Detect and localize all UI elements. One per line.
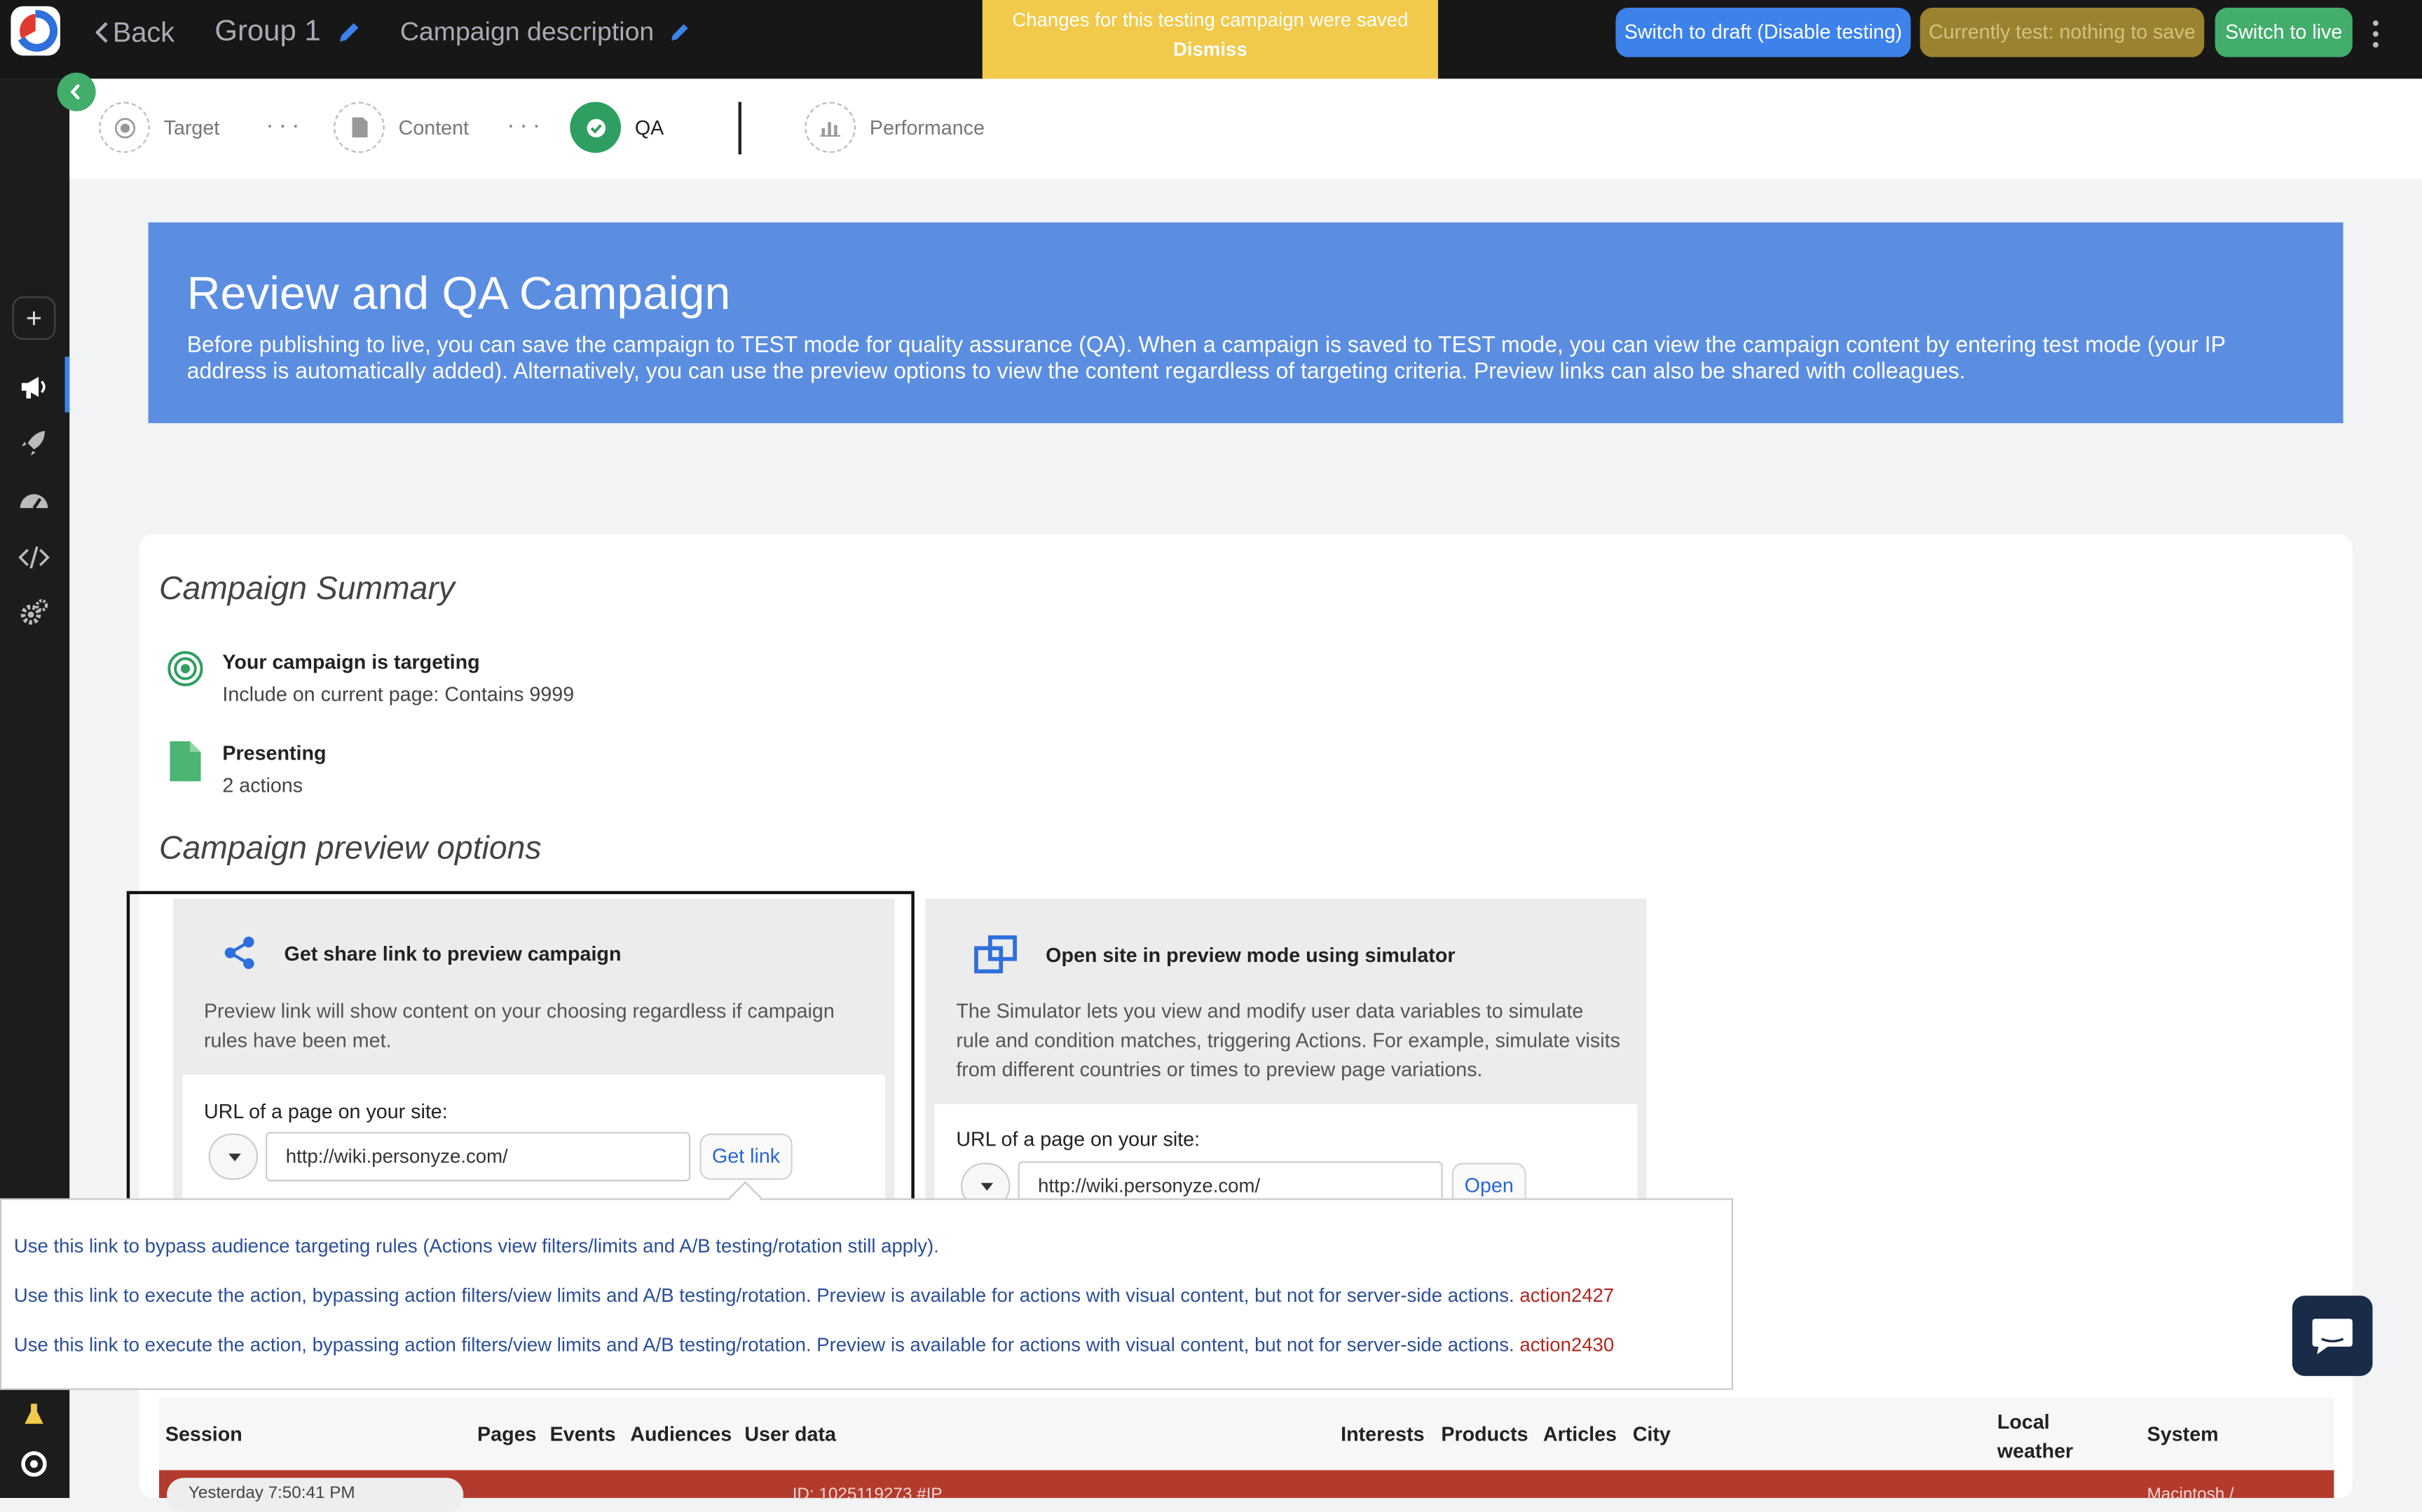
step-qa[interactable]: QA xyxy=(570,102,664,153)
step-divider xyxy=(738,102,741,155)
group-name[interactable]: Group 1 xyxy=(214,15,362,49)
save-notification-message: Changes for this testing campaign were s… xyxy=(1012,9,1409,32)
column-header[interactable]: Audiences xyxy=(630,1422,732,1445)
column-header[interactable]: System xyxy=(2147,1422,2219,1445)
column-header[interactable]: Interests xyxy=(1341,1422,1424,1445)
campaign-description-text: Campaign description xyxy=(399,17,655,47)
step-target[interactable]: Target xyxy=(99,102,219,153)
simulator-url-label: URL of a page on your site: xyxy=(956,1127,1200,1151)
top-bar: Back Group 1 Campaign description Change… xyxy=(0,0,2422,92)
more-options-icon[interactable] xyxy=(2367,15,2385,53)
flask-icon[interactable] xyxy=(17,1398,50,1431)
execute-action-link[interactable]: Use this link to execute the action, byp… xyxy=(14,1334,1614,1356)
system-cell: Macintosh / xyxy=(2147,1485,2234,1504)
document-icon xyxy=(334,102,385,153)
settings-gears-icon[interactable] xyxy=(17,596,50,630)
preview-link-popup: Use this link to bypass audience targeti… xyxy=(0,1181,1733,1390)
campaign-summary-title: Campaign Summary xyxy=(159,571,455,607)
column-header[interactable]: Session xyxy=(165,1422,242,1445)
qa-banner: Review and QA Campaign Before publishing… xyxy=(148,222,2344,423)
step-separator: ··· xyxy=(506,112,546,139)
bypass-targeting-text: Use this link to bypass audience targeti… xyxy=(13,1235,939,1258)
bar-chart-icon xyxy=(805,102,856,153)
execute-action-text: Use this link to execute the action, byp… xyxy=(13,1334,1514,1356)
table-row[interactable]: Yesterday 7:50:41 PM ID: 1025119273 #IP … xyxy=(159,1470,2334,1512)
check-icon xyxy=(570,102,622,153)
bypass-targeting-link[interactable]: Use this link to bypass audience targeti… xyxy=(14,1235,939,1257)
simulator-title: Open site in preview mode using simulato… xyxy=(1046,942,1456,966)
collapse-sidebar-button[interactable] xyxy=(57,72,96,111)
highlight-box xyxy=(126,891,915,1216)
simulator-header: Open site in preview mode using simulato… xyxy=(973,934,1456,974)
column-header[interactable]: Local weather xyxy=(1997,1407,2090,1466)
action-id: action2430 xyxy=(1519,1334,1615,1356)
group-name-text: Group 1 xyxy=(214,15,321,48)
chat-bubble-icon xyxy=(2312,1319,2353,1354)
save-notification: Changes for this testing campaign were s… xyxy=(982,0,1438,92)
step-label: QA xyxy=(634,116,664,139)
user-data-cell: ID: 1025119273 #IP xyxy=(792,1485,943,1504)
presenting-title: Presenting xyxy=(222,741,327,765)
execute-action-link[interactable]: Use this link to execute the action, byp… xyxy=(14,1285,1614,1307)
presenting-summary: Presenting 2 actions xyxy=(167,741,326,797)
sessions-table-header: Session Pages Events Audiences User data… xyxy=(159,1397,2334,1475)
step-content[interactable]: Content xyxy=(334,102,469,153)
switch-to-live-button[interactable]: Switch to live xyxy=(2215,8,2353,57)
chat-widget-button[interactable] xyxy=(2292,1295,2373,1376)
page-title: Review and QA Campaign xyxy=(186,268,731,320)
preview-options-title: Campaign preview options xyxy=(159,830,542,867)
targeting-title: Your campaign is targeting xyxy=(222,650,480,673)
column-header[interactable]: User data xyxy=(744,1422,836,1445)
step-label: Performance xyxy=(869,116,985,139)
simulator-form: URL of a page on your site: http://wiki.… xyxy=(934,1104,1638,1211)
column-header[interactable]: Articles xyxy=(1543,1422,1617,1445)
campaign-steps: Target ··· Content ··· QA Performance xyxy=(69,78,2422,179)
column-header[interactable]: City xyxy=(1633,1422,1671,1445)
back-button[interactable]: Back xyxy=(95,15,175,49)
pencil-icon[interactable] xyxy=(335,18,363,46)
presenting-detail: 2 actions xyxy=(222,774,303,797)
column-header[interactable]: Pages xyxy=(477,1422,536,1445)
targeting-summary: Your campaign is targeting Include on cu… xyxy=(167,650,574,706)
step-separator: ··· xyxy=(266,112,305,139)
back-label: Back xyxy=(112,16,175,48)
rocket-icon[interactable] xyxy=(17,426,50,460)
action-id: action2427 xyxy=(1519,1284,1615,1307)
code-icon[interactable] xyxy=(17,540,50,574)
switch-to-draft-button[interactable]: Switch to draft (Disable testing) xyxy=(1615,8,1911,57)
currently-test-button[interactable]: Currently test: nothing to save xyxy=(1920,8,2205,57)
help-lifebuoy-icon[interactable] xyxy=(17,1447,50,1480)
targeting-detail: Include on current page: Contains 9999 xyxy=(222,682,575,706)
chevron-left-icon xyxy=(70,83,81,100)
chevron-left-icon xyxy=(95,22,108,43)
step-performance[interactable]: Performance xyxy=(805,102,985,153)
column-header[interactable]: Events xyxy=(550,1422,616,1445)
document-icon xyxy=(170,741,201,782)
add-icon[interactable]: + xyxy=(12,296,56,340)
megaphone-icon[interactable] xyxy=(17,369,50,403)
session-time[interactable]: Yesterday 7:50:41 PM xyxy=(167,1478,464,1512)
pencil-icon[interactable] xyxy=(668,20,692,45)
banner-description: Before publishing to live, you can save … xyxy=(186,334,2226,385)
dashboard-icon[interactable] xyxy=(17,483,50,517)
column-header[interactable]: Products xyxy=(1441,1422,1528,1445)
external-windows-icon xyxy=(974,935,1017,974)
simulator-panel: Open site in preview mode using simulato… xyxy=(925,898,1647,1211)
sidebar-active-indicator xyxy=(64,357,70,413)
target-icon xyxy=(99,102,150,153)
campaign-description[interactable]: Campaign description xyxy=(400,15,693,49)
simulator-description: The Simulator lets you view and modify u… xyxy=(956,999,1620,1081)
target-icon xyxy=(167,651,203,687)
dismiss-button[interactable]: Dismiss xyxy=(983,39,1438,60)
personyze-logo-icon[interactable] xyxy=(11,6,60,56)
execute-action-text: Use this link to execute the action, byp… xyxy=(13,1284,1514,1307)
step-label: Content xyxy=(398,116,470,139)
step-label: Target xyxy=(163,116,220,139)
